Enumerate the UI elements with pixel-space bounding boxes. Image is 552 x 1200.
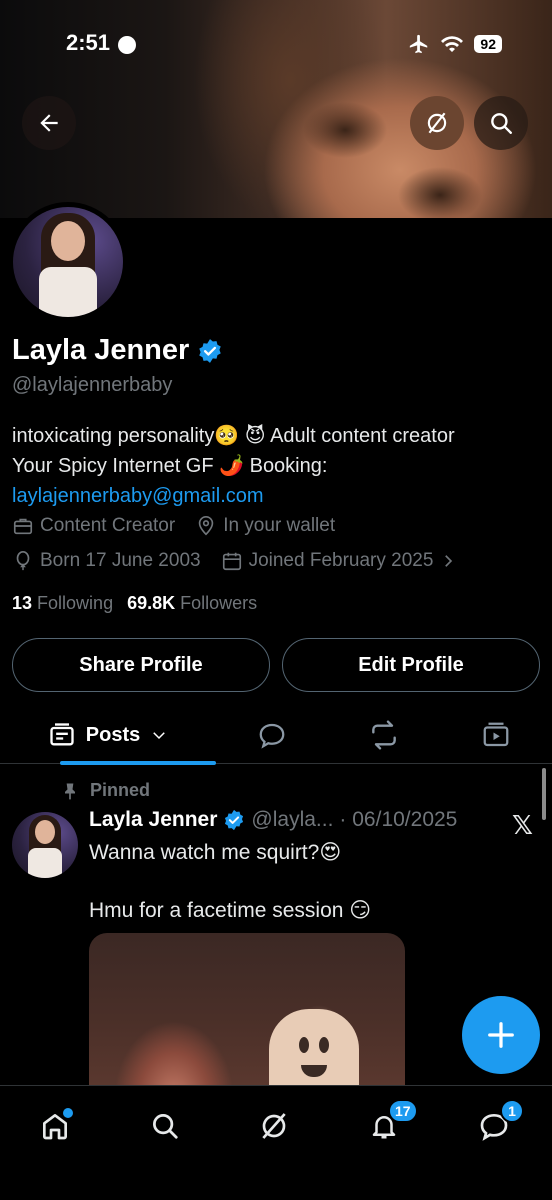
pin-icon — [65, 783, 75, 799]
nav-home[interactable] — [33, 1104, 77, 1148]
edit-profile-button[interactable]: Edit Profile — [282, 638, 540, 692]
meta-category-label: Content Creator — [40, 515, 176, 536]
x-logo-icon[interactable]: 𝕏 — [512, 810, 533, 841]
calendar-icon — [222, 552, 241, 571]
compose-post-button[interactable] — [462, 996, 540, 1074]
profile-tabs: Posts — [0, 706, 552, 765]
messages-badge: 1 — [500, 1099, 524, 1123]
notifications-badge: 17 — [388, 1099, 418, 1123]
search-icon — [153, 1114, 178, 1139]
battery-indicator: 92 — [474, 35, 502, 53]
bio-line-2: Your Spicy Internet GF 🌶️ Booking: — [12, 455, 328, 477]
followers-link[interactable]: 69.8K Followers — [127, 593, 257, 614]
face-status-icon — [118, 36, 136, 54]
profile-avatar[interactable] — [8, 202, 128, 322]
profile-meta-row-2: Born 17 June 2003 Joined February 2025 — [12, 550, 477, 572]
pinned-label: Pinned — [90, 780, 151, 800]
profile-name-row: Layla Jenner — [12, 334, 223, 367]
back-button[interactable] — [22, 96, 76, 150]
chevron-down-icon — [153, 732, 166, 740]
chevron-right-icon — [445, 555, 453, 567]
following-link[interactable]: 13 Following — [12, 593, 113, 614]
profile-meta-row-1: Content Creator In your wallet — [12, 515, 355, 537]
balloon-icon — [16, 551, 30, 571]
post-header: Layla Jenner @layla... · 06/10/2025 — [89, 808, 457, 832]
search-icon — [491, 113, 512, 134]
post-media-image[interactable] — [89, 933, 405, 1103]
bottom-navigation: 17 1 — [0, 1085, 552, 1200]
post-author-avatar[interactable] — [12, 812, 78, 878]
meta-joined-label: Joined February 2025 — [248, 550, 434, 571]
profile-name: Layla Jenner — [12, 334, 190, 366]
airplane-icon — [410, 34, 428, 54]
tab-posts[interactable]: Posts — [30, 706, 216, 765]
share-profile-button[interactable]: Share Profile — [12, 638, 270, 692]
nav-search[interactable] — [143, 1104, 187, 1148]
arrow-left-icon — [40, 114, 58, 132]
followers-label: Followers — [180, 593, 258, 613]
tab-replies[interactable] — [244, 706, 300, 764]
nav-notifications[interactable]: 17 — [362, 1099, 418, 1148]
location-pin-icon — [198, 516, 214, 536]
grok-icon — [262, 1113, 286, 1139]
scrollbar[interactable] — [542, 768, 546, 820]
tab-posts-label: Posts — [85, 723, 141, 746]
post-author-handle: @layla... — [251, 808, 334, 831]
reply-bubble-icon — [259, 723, 285, 749]
meta-born-label: Born 17 June 2003 — [40, 550, 201, 571]
video-media-icon — [483, 722, 509, 747]
grok-icon — [427, 112, 447, 134]
profile-screen: 2:51 92 Layla Jenner @laylajennerbaby in… — [0, 0, 552, 1200]
meta-joined[interactable]: Joined February 2025 — [221, 550, 458, 572]
briefcase-icon — [13, 518, 33, 535]
grok-button[interactable] — [410, 96, 464, 150]
post-author-name[interactable]: Layla Jenner — [89, 808, 217, 832]
plus-icon — [488, 1022, 514, 1048]
pinned-indicator: Pinned — [60, 780, 150, 801]
followers-count: 69.8K — [127, 593, 176, 613]
post-date: · 06/10/2025 — [339, 808, 458, 831]
meta-birthdate: Born 17 June 2003 — [12, 550, 201, 572]
profile-handle: @laylajennerbaby — [12, 374, 173, 396]
posts-feed-icon — [50, 723, 74, 746]
status-icons: 92 — [408, 33, 502, 55]
nav-messages[interactable]: 1 — [472, 1099, 524, 1148]
verified-badge-icon — [225, 809, 244, 831]
status-time: 2:51 — [66, 30, 111, 55]
bio-line-1: intoxicating personality🥺 😈 Adult conten… — [12, 425, 455, 447]
verified-badge-icon — [199, 338, 222, 363]
home-unread-dot — [63, 1108, 73, 1118]
active-tab-indicator — [60, 761, 216, 765]
post-text: Wanna watch me squirt?😍 Hmu for a faceti… — [89, 841, 372, 922]
tab-media[interactable] — [468, 706, 524, 764]
following-label: Following — [37, 593, 114, 613]
meta-location: In your wallet — [195, 515, 335, 537]
wifi-icon — [441, 36, 464, 52]
meta-location-label: In your wallet — [223, 515, 336, 536]
profile-bio: intoxicating personality🥺 😈 Adult conten… — [12, 421, 542, 511]
nav-grok[interactable] — [252, 1104, 296, 1148]
bio-email-link[interactable]: laylajennerbaby@gmail.com — [12, 481, 542, 511]
tab-reposts[interactable] — [356, 706, 412, 764]
following-count: 13 — [12, 593, 33, 613]
search-button[interactable] — [474, 96, 528, 150]
follow-counts: 13 Following 69.8K Followers — [12, 593, 257, 614]
meta-category: Content Creator — [12, 515, 175, 537]
repost-icon — [372, 720, 396, 750]
